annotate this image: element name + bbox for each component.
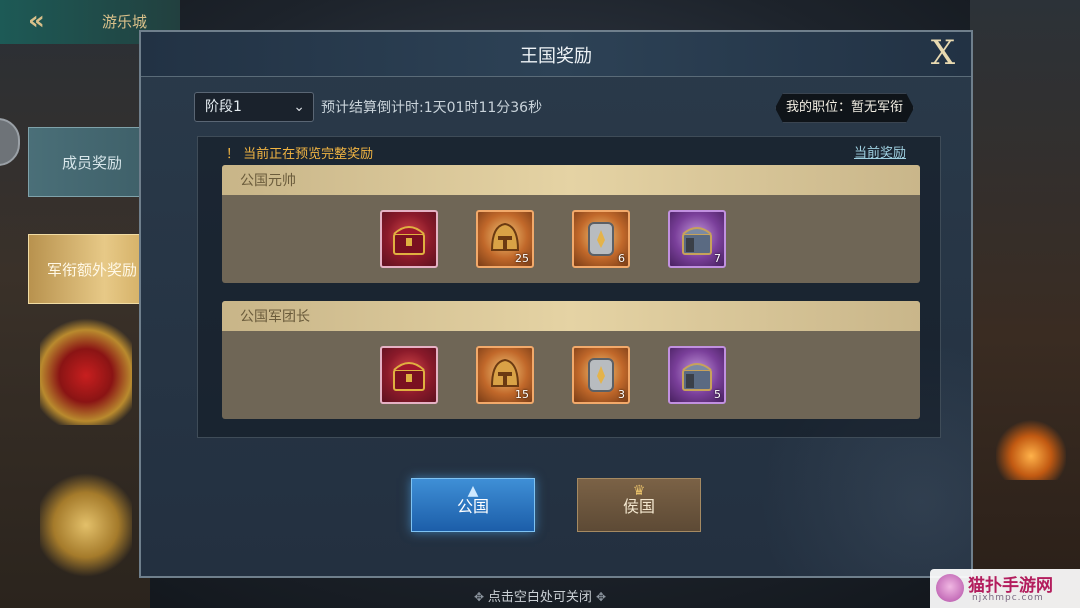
treasure-chest-icon [393, 226, 425, 255]
gold-crown-image [40, 470, 132, 580]
fire-brazier-image [996, 420, 1066, 480]
tab-duchy[interactable]: ▲ 公国 [411, 478, 535, 532]
reward-item[interactable]: 7 [668, 210, 726, 268]
tab-marquis[interactable]: ♛ 侯国 [577, 478, 701, 532]
close-button[interactable]: X [923, 33, 963, 73]
background-right [970, 0, 1080, 608]
group-title: 公国军团长 [240, 309, 310, 325]
armored-chest-icon [682, 363, 712, 391]
stone-tablet-icon [588, 358, 614, 392]
item-count: 25 [515, 252, 529, 265]
stone-tablet-icon [588, 222, 614, 256]
watermark-url: njxhmpc.com [972, 593, 1044, 603]
reward-item[interactable]: 25 [476, 210, 534, 268]
close-hint-text: 点击空白处可关闭 [487, 590, 592, 605]
settlement-countdown: 预计结算倒计时:1天01时11分36秒 [321, 100, 543, 116]
arrow-up-icon: ▲ [467, 483, 479, 499]
item-count: 5 [714, 388, 721, 401]
stage-select-value: 阶段1 [205, 99, 242, 115]
stage-select[interactable]: 阶段1 ⌄ [194, 92, 314, 122]
tab-member-rewards[interactable]: 成员奖励 [28, 127, 156, 197]
item-count: 6 [618, 252, 625, 265]
rewards-content: ！ 当前正在预览完整奖励 当前奖励 公国元帅 25 6 7 公国军团长 15 3… [197, 136, 941, 438]
panel-title: 王国奖励 [520, 46, 592, 67]
group-header: 公国军团长 [222, 301, 920, 331]
preview-notice: ！ 当前正在预览完整奖励 [226, 147, 374, 162]
armored-chest-icon [682, 227, 712, 255]
reward-group-commander: 公国军团长 15 3 5 [222, 301, 920, 419]
treasure-chest-icon [393, 362, 425, 391]
ornament-icon: ✥ [595, 590, 607, 604]
group-title: 公国元帅 [240, 173, 296, 189]
group-header: 公国元帅 [222, 165, 920, 195]
item-count: 7 [714, 252, 721, 265]
back-label: 游乐城 [102, 13, 148, 31]
reward-item[interactable]: 6 [572, 210, 630, 268]
item-count: 15 [515, 388, 529, 401]
red-crown-image [40, 315, 132, 425]
tab-rank-extra-rewards[interactable]: 军衔额外奖励 [28, 234, 156, 304]
reward-item[interactable]: 3 [572, 346, 630, 404]
tab-rank-extra-rewards-label: 军衔额外奖励 [46, 260, 137, 279]
cat-logo-icon [936, 574, 964, 602]
reward-item[interactable] [380, 346, 438, 404]
current-rewards-link[interactable]: 当前奖励 [854, 142, 906, 161]
close-hint: ✥ 点击空白处可关闭 ✥ [0, 586, 1080, 605]
crown-icon: ♛ [632, 483, 646, 499]
item-count: 3 [618, 388, 625, 401]
chevron-down-icon: ⌄ [293, 99, 305, 115]
ornament-icon: ✥ [473, 590, 488, 604]
site-watermark: 猫扑手游网 njxhmpc.com [930, 569, 1080, 608]
panel-header: 王国奖励 X [141, 32, 971, 77]
reward-group-marshal: 公国元帅 25 6 7 [222, 165, 920, 283]
kingdom-rewards-panel: 王国奖励 X 阶段1 ⌄ 预计结算倒计时:1天01时11分36秒 我的职位：暂无… [139, 30, 973, 578]
reward-item[interactable]: 15 [476, 346, 534, 404]
my-position-badge: 我的职位：暂无军衔 [775, 93, 914, 123]
reward-item[interactable]: 5 [668, 346, 726, 404]
back-arrow-icon[interactable]: « [28, 6, 45, 36]
tab-member-rewards-label: 成员奖励 [61, 153, 122, 172]
reward-item[interactable] [380, 210, 438, 268]
